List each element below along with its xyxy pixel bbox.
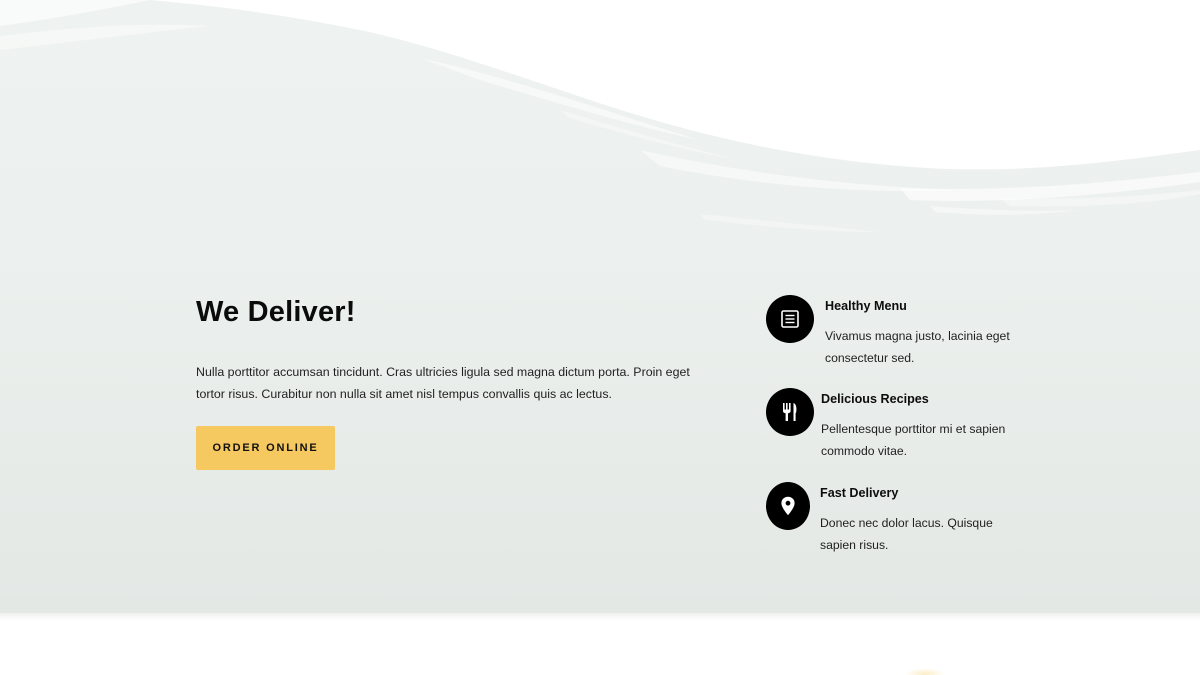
next-section [0, 613, 1200, 675]
page: We Deliver! Nulla porttitor accumsan tin… [0, 0, 1200, 675]
feature-description: Vivamus magna justo, lacinia eget consec… [825, 329, 1010, 365]
feature-title: Healthy Menu [825, 299, 907, 313]
feature-icon-circle [766, 295, 814, 343]
delivery-section: We Deliver! Nulla porttitor accumsan tin… [0, 0, 1200, 613]
section-divider-shadow [0, 613, 1200, 621]
section-title: We Deliver! [196, 296, 356, 328]
location-pin-icon [781, 496, 795, 516]
feature-icon-circle [766, 388, 814, 436]
order-online-button[interactable]: ORDER ONLINE [196, 426, 335, 470]
feature-title: Delicious Recipes [821, 392, 929, 406]
decorative-glow [905, 668, 945, 675]
feature-icon-circle [766, 482, 810, 530]
feature-description: Pellentesque porttitor mi et sapien comm… [821, 422, 1006, 458]
feature-description: Donec nec dolor lacus. Quisque sapien ri… [820, 516, 993, 552]
brush-wave-decoration [0, 0, 1200, 232]
feature-title: Fast Delivery [820, 486, 899, 500]
section-description: Nulla porttitor accumsan tincidunt. Cras… [196, 365, 690, 401]
fork-knife-icon [783, 403, 797, 421]
menu-list-icon [781, 310, 799, 328]
